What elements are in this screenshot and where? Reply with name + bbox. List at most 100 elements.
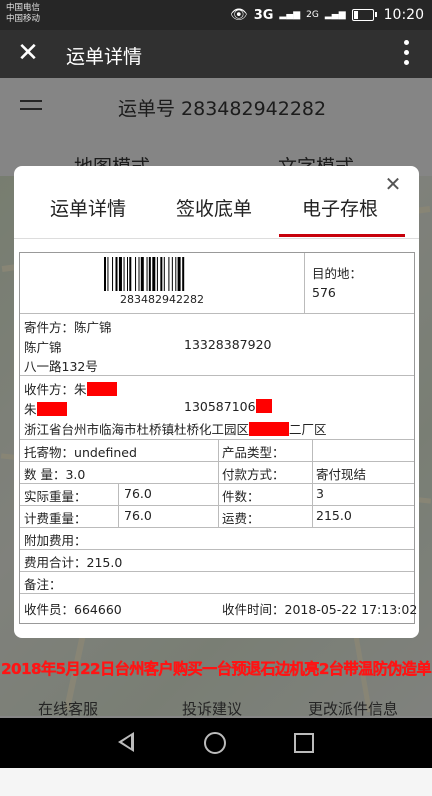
- actual-weight-value: 76.0: [124, 486, 152, 501]
- barcode-bar: [135, 257, 137, 291]
- collector-row: 收件员：664660 收件时间：2018-05-22 17:13:02: [20, 593, 417, 622]
- barcode-bar: [104, 257, 106, 291]
- signal-icon-2: ▂▄▆: [324, 9, 346, 20]
- barcode-bar: [171, 257, 173, 291]
- extra-fee-row: 附加费用：: [20, 527, 414, 550]
- barcode-bar: [175, 257, 177, 291]
- payment-label: 付款方式：: [222, 467, 285, 482]
- freight-label: 运费：: [222, 511, 260, 526]
- barcode-bar: [160, 257, 163, 291]
- barcode-bar: [177, 257, 181, 291]
- barcode-bar: [138, 257, 140, 291]
- receiver-address-suffix: 二厂区: [289, 422, 327, 437]
- status-icons: 👁 3G ▂▄▆ 2G ▂▄▆ 10:20: [230, 0, 424, 30]
- eye-icon: 👁: [229, 7, 248, 23]
- barcode-bar: [163, 257, 165, 291]
- more-options-icon[interactable]: [404, 40, 410, 70]
- page-title: 运单详情: [66, 46, 143, 68]
- collect-time-label: 收件时间：: [222, 602, 285, 617]
- remark-row: 备注：: [20, 571, 414, 594]
- barcode-number: 283482942282: [120, 293, 204, 306]
- tabs-divider: [14, 238, 419, 239]
- total-label: 费用合计：: [24, 555, 87, 570]
- battery-icon: [351, 9, 377, 21]
- stub-modal: ✕ 运单详情 签收底单 电子存根 283482942282 目的地： 576 寄…: [14, 166, 419, 638]
- red-annotation-text: 2018年5月22日台州客户购买一台预退石边机亮2台带温防伪造单: [1, 660, 432, 678]
- remark-label: 备注：: [24, 577, 62, 592]
- carrier-2: 中国移动: [6, 14, 41, 24]
- signal-icon: ▂▄▆: [279, 9, 301, 20]
- extra-fee-label: 附加费用：: [24, 533, 87, 548]
- receiver-address: 浙江省台州市临海市杜桥镇杜桥化工园区: [24, 422, 250, 437]
- destination-value: 576: [312, 285, 336, 300]
- system-navigation-bar: [0, 718, 432, 768]
- barcode-bar: [146, 257, 148, 291]
- product-type-label: 产品类型：: [222, 445, 285, 460]
- barcode-bar: [156, 257, 158, 291]
- carrier-1: 中国电信: [6, 3, 41, 13]
- sender-label: 寄件方：: [24, 320, 75, 335]
- sender-phone: 13328387920: [184, 337, 272, 352]
- barcode-bar: [127, 257, 128, 291]
- destination-label: 目的地：: [312, 266, 363, 281]
- barcode-bar: [129, 257, 132, 291]
- modal-tabs: 运单详情 签收底单 电子存根: [14, 194, 419, 236]
- redaction-block: [255, 399, 272, 413]
- carrier-names: 中国电信 中国移动: [6, 3, 40, 25]
- clock: 10:20: [383, 7, 424, 23]
- payment-value: 寄付现结: [316, 467, 367, 482]
- item-row: 托寄物：undefined 产品类型：: [20, 439, 414, 462]
- barcode-row: 283482942282 目的地： 576: [20, 253, 414, 314]
- barcode-bar: [107, 257, 109, 291]
- tab-electronic-stub[interactable]: 电子存根: [302, 194, 378, 221]
- barcode-bar: [123, 257, 125, 291]
- home-icon[interactable]: [204, 732, 226, 754]
- app-bar: ✕ 运单详情: [0, 30, 432, 78]
- quantity-row: 数 量：3.0 付款方式： 寄付现结: [20, 461, 414, 484]
- network-2g: 2G: [306, 10, 319, 20]
- item-label: 托寄物：: [24, 445, 75, 460]
- charge-weight-row: 计费重量： 76.0 运费： 215.0: [20, 505, 414, 528]
- sender-row: 寄件方：陈广锦 陈广锦 13328387920 八一路132号: [20, 313, 414, 376]
- barcode-bar: [148, 257, 151, 291]
- item-value: undefined: [74, 445, 137, 460]
- barcode-bar: [152, 257, 156, 291]
- total-row: 费用合计：215.0: [20, 549, 414, 572]
- redaction-block: [86, 382, 117, 396]
- actual-weight-label: 实际重量：: [24, 489, 87, 504]
- freight-value: 215.0: [316, 508, 352, 523]
- receiver-name-header: 朱: [74, 382, 87, 397]
- status-bar: 中国电信 中国移动 👁 3G ▂▄▆ 2G ▂▄▆ 10:20: [0, 0, 432, 30]
- barcode-bar: [112, 257, 114, 291]
- barcode-bar: [168, 257, 170, 291]
- receiver-phone: 130587106: [184, 399, 256, 414]
- recent-apps-icon[interactable]: [294, 733, 314, 753]
- charge-weight-label: 计费重量：: [24, 511, 87, 526]
- sender-name: 陈广锦: [24, 340, 62, 355]
- barcode-bar: [140, 257, 144, 291]
- receiver-name: 朱: [24, 402, 37, 417]
- sender-name-header: 陈广锦: [74, 320, 112, 335]
- barcode-bar: [115, 257, 118, 291]
- active-tab-indicator: [279, 234, 405, 237]
- close-icon[interactable]: ✕: [381, 172, 405, 196]
- tab-signed-receipt[interactable]: 签收底单: [176, 194, 252, 221]
- actual-weight-row: 实际重量： 76.0 件数： 3: [20, 483, 414, 506]
- receiver-label: 收件方：: [24, 382, 75, 397]
- close-icon[interactable]: ✕: [14, 38, 42, 68]
- quantity-label: 数 量：: [24, 467, 66, 482]
- barcode-image: [104, 257, 185, 291]
- barcode-bar: [118, 257, 122, 291]
- total-value: 215.0: [86, 555, 123, 570]
- barcode-bar: [182, 257, 185, 291]
- receiver-row: 收件方：朱 朱 130587106 浙江省台州市临海市杜桥镇杜桥化工园区 二厂区: [20, 375, 414, 440]
- pieces-label: 件数：: [222, 489, 260, 504]
- charge-weight-value: 76.0: [124, 508, 152, 523]
- redaction-block: [249, 422, 290, 436]
- stub-card: 283482942282 目的地： 576 寄件方：陈广锦 陈广锦 133283…: [19, 252, 417, 624]
- tab-waybill-detail[interactable]: 运单详情: [50, 194, 126, 221]
- pieces-value: 3: [316, 486, 324, 501]
- back-icon-inner: [122, 736, 131, 748]
- collector-value: 664660: [74, 602, 122, 617]
- redaction-block: [36, 402, 67, 416]
